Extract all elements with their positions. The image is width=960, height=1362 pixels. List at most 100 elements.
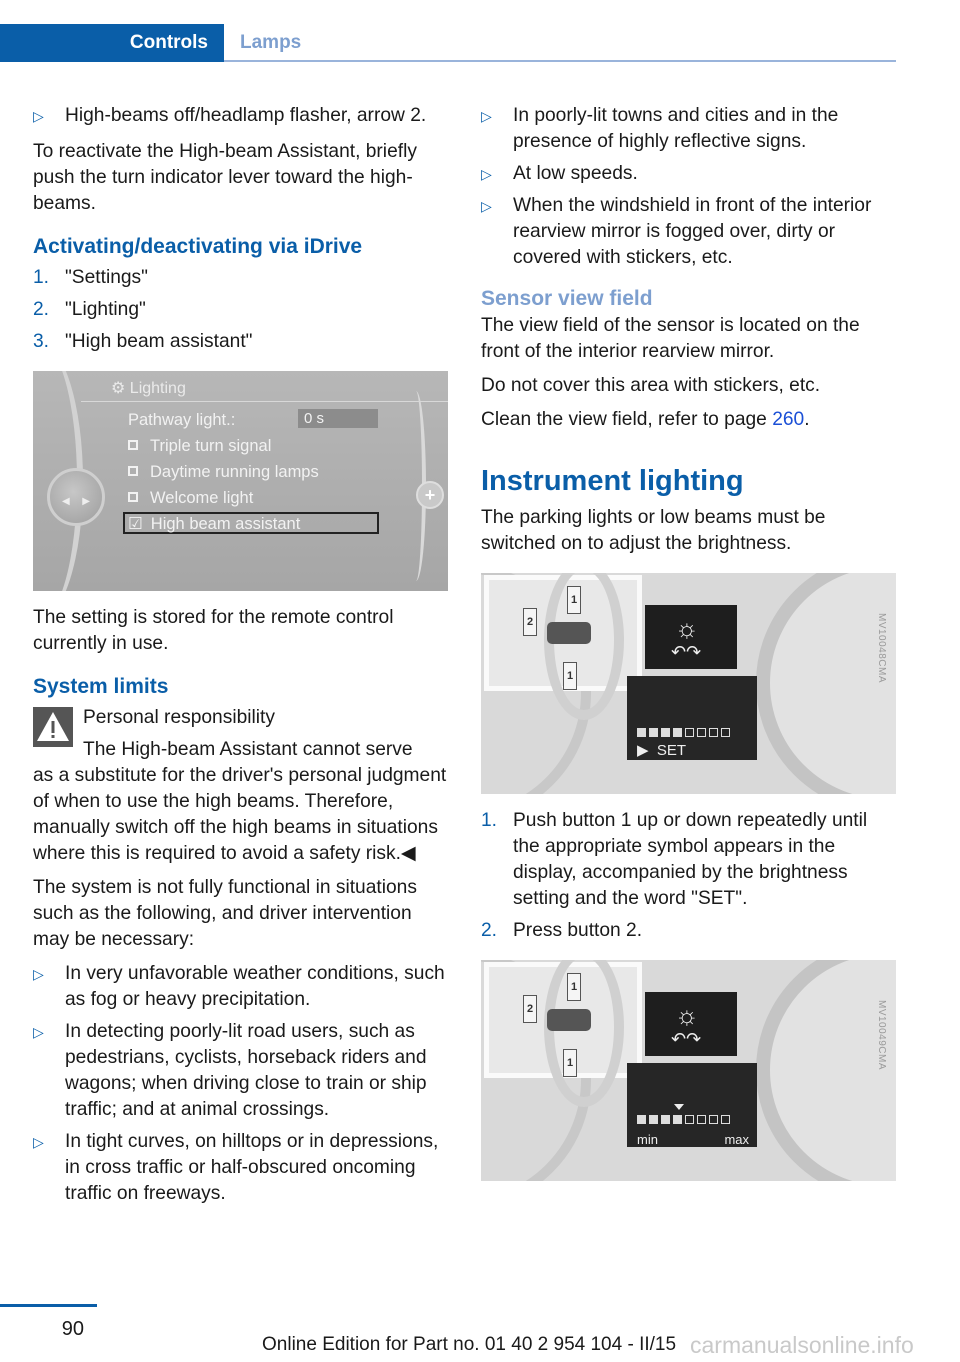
brightness-level-bar [637,728,730,737]
arrow-up-icon: 1 [567,586,582,614]
list-item: ▷ When the windshield in front of the int… [481,193,899,271]
arrow-down-icon: 1 [563,662,578,690]
warning-block: Personal responsibility The High-beam As… [33,705,451,867]
idrive-menu-title: ⚙ Lighting [111,380,186,397]
steering-wheel [544,573,624,720]
display-level-panel: min max [627,1063,757,1147]
list-item: ▷ In detecting poorly-lit road users, suc… [33,1019,451,1123]
figure-code: MV10049CMA [876,1000,887,1071]
cover-paragraph: Do not cover this area with stickers, et… [481,375,821,396]
level-segment [637,728,646,737]
triangle-bullet-icon: ▷ [33,1134,44,1150]
lever-stalk [547,622,591,644]
arrow-right-icon: ▶ [82,496,90,507]
checkbox-icon [128,492,138,502]
min-label: min [637,1132,658,1147]
header-divider [224,60,896,62]
level-segment [649,1115,658,1124]
watermark: carmanualsonline.info [690,1332,914,1358]
triangle-bullet-icon: ▷ [481,198,492,214]
section-tab-controls-label: Controls [129,32,208,53]
list-item: ▷ In poorly-lit towns and cities and in t… [481,103,899,155]
level-segment [709,1115,718,1124]
sensor-paragraph: The view field of the sensor is located … [481,315,860,362]
lever-inset: 1 2 1 [484,573,642,720]
stored-setting-paragraph: The setting is stored for the remote con… [33,607,394,654]
system-limits-heading: System limits [33,675,169,698]
level-segment [661,1115,670,1124]
level-segment [709,728,718,737]
right-gauge [756,960,896,1181]
arrow-left-icon: ◀ [62,496,70,507]
warning-icon [33,707,73,747]
step-item: 1. Push button 1 up or down repeatedly un… [481,810,868,909]
step-item: 1. "Settings" [33,267,148,288]
arrow-push-icon: 2 [523,995,538,1023]
option-high-beam-assistant: ☑ High beam assistant [128,515,301,533]
reactivate-paragraph: To reactivate the High-beam Assistant, b… [33,141,417,214]
checkbox-icon [128,466,138,476]
level-segment [673,728,682,737]
instrument-cluster-set-image: 1 2 1 ☼ ↶↷ ▶ SET MV10048CMA [481,573,896,794]
dial-arrows-icon: ↶↷ [671,1029,702,1049]
pathway-light-label: Pathway light.: [128,411,236,429]
level-segment [637,1115,646,1124]
instrument-paragraph: The parking lights or low beams must be … [481,507,826,554]
checkbox-icon [128,440,138,450]
plus-icon: + [416,481,444,509]
brightness-level-bar [637,1115,730,1124]
warning-text: as a substitute for the driver's persona… [33,765,447,864]
pathway-light-value: 0 s [298,409,378,428]
clean-paragraph: Clean the view field, refer to page 260. [481,409,810,430]
step-item: 2. Press button 2. [481,920,643,941]
max-label: max [724,1132,749,1147]
instrument-cluster-minmax-image: 1 2 1 ☼ ↶↷ min max MV10049CMA [481,960,896,1181]
level-segment [721,728,730,737]
figure-code: MV10048CMA [876,613,887,684]
list-item: ▷ In tight curves, on hilltops or in depr… [33,1129,451,1207]
triangle-bullet-icon: ▷ [481,166,492,182]
step-item: 3. "High beam assistant" [33,331,253,352]
level-segment [661,728,670,737]
option-triple-turn-signal: Triple turn signal [128,433,271,459]
level-segment [685,1115,694,1124]
gear-icon: ⚙ [111,380,130,397]
page-link[interactable]: 260 [772,409,804,430]
left-column: ▷ High-beams off/headlamp flasher, arrow… [33,103,451,1213]
idrive-heading: Activating/deactivating via iDrive [33,235,363,258]
title-divider [81,401,448,402]
system-paragraph: The system is not fully functional in si… [33,877,417,950]
play-icon: ▶ [637,742,657,759]
level-pointer-icon [674,1104,684,1110]
section-tab-lamps[interactable]: Lamps [240,32,301,54]
sensor-heading: Sensor view field [481,287,653,310]
arrow-up-icon: 1 [567,973,582,1001]
triangle-bullet-icon: ▷ [33,108,44,124]
step-item: 2. "Lighting" [33,299,146,320]
controller-knob: ◀ ▶ [47,468,105,526]
warning-first-line: The High-beam Assistant cannot serve [83,739,413,760]
triangle-bullet-icon: ▷ [33,966,44,982]
level-segment [697,1115,706,1124]
section-tab-controls[interactable]: Controls [0,24,224,62]
level-segment [685,728,694,737]
list-item: ▷ In very unfavorable weather conditions,… [33,961,451,1013]
arrow-down-icon: 1 [563,1049,578,1077]
checked-checkbox-icon: ☑ [128,515,143,533]
lever-stalk [547,1009,591,1031]
warning-title: Personal responsibility [83,707,275,728]
display-symbol-panel: ☼ ↶↷ [645,992,737,1056]
display-symbol-panel: ☼ ↶↷ [645,605,737,669]
edition-text: Online Edition for Part no. 01 40 2 954 … [262,1334,677,1355]
page-number: 90 [61,1318,84,1340]
steering-wheel [544,960,624,1107]
idrive-lighting-screen-image: ⚙ Lighting Pathway light.: 0 s Triple tu… [33,371,448,591]
display-level-panel: ▶ SET [627,676,757,760]
brightness-icon: ☼ [675,613,699,643]
level-segment [649,728,658,737]
triangle-bullet-icon: ▷ [33,1024,44,1040]
option-daytime-running-lamps: Daytime running lamps [128,459,319,485]
triangle-bullet-icon: ▷ [481,108,492,124]
brightness-icon: ☼ [675,1000,699,1030]
level-segment [673,1115,682,1124]
